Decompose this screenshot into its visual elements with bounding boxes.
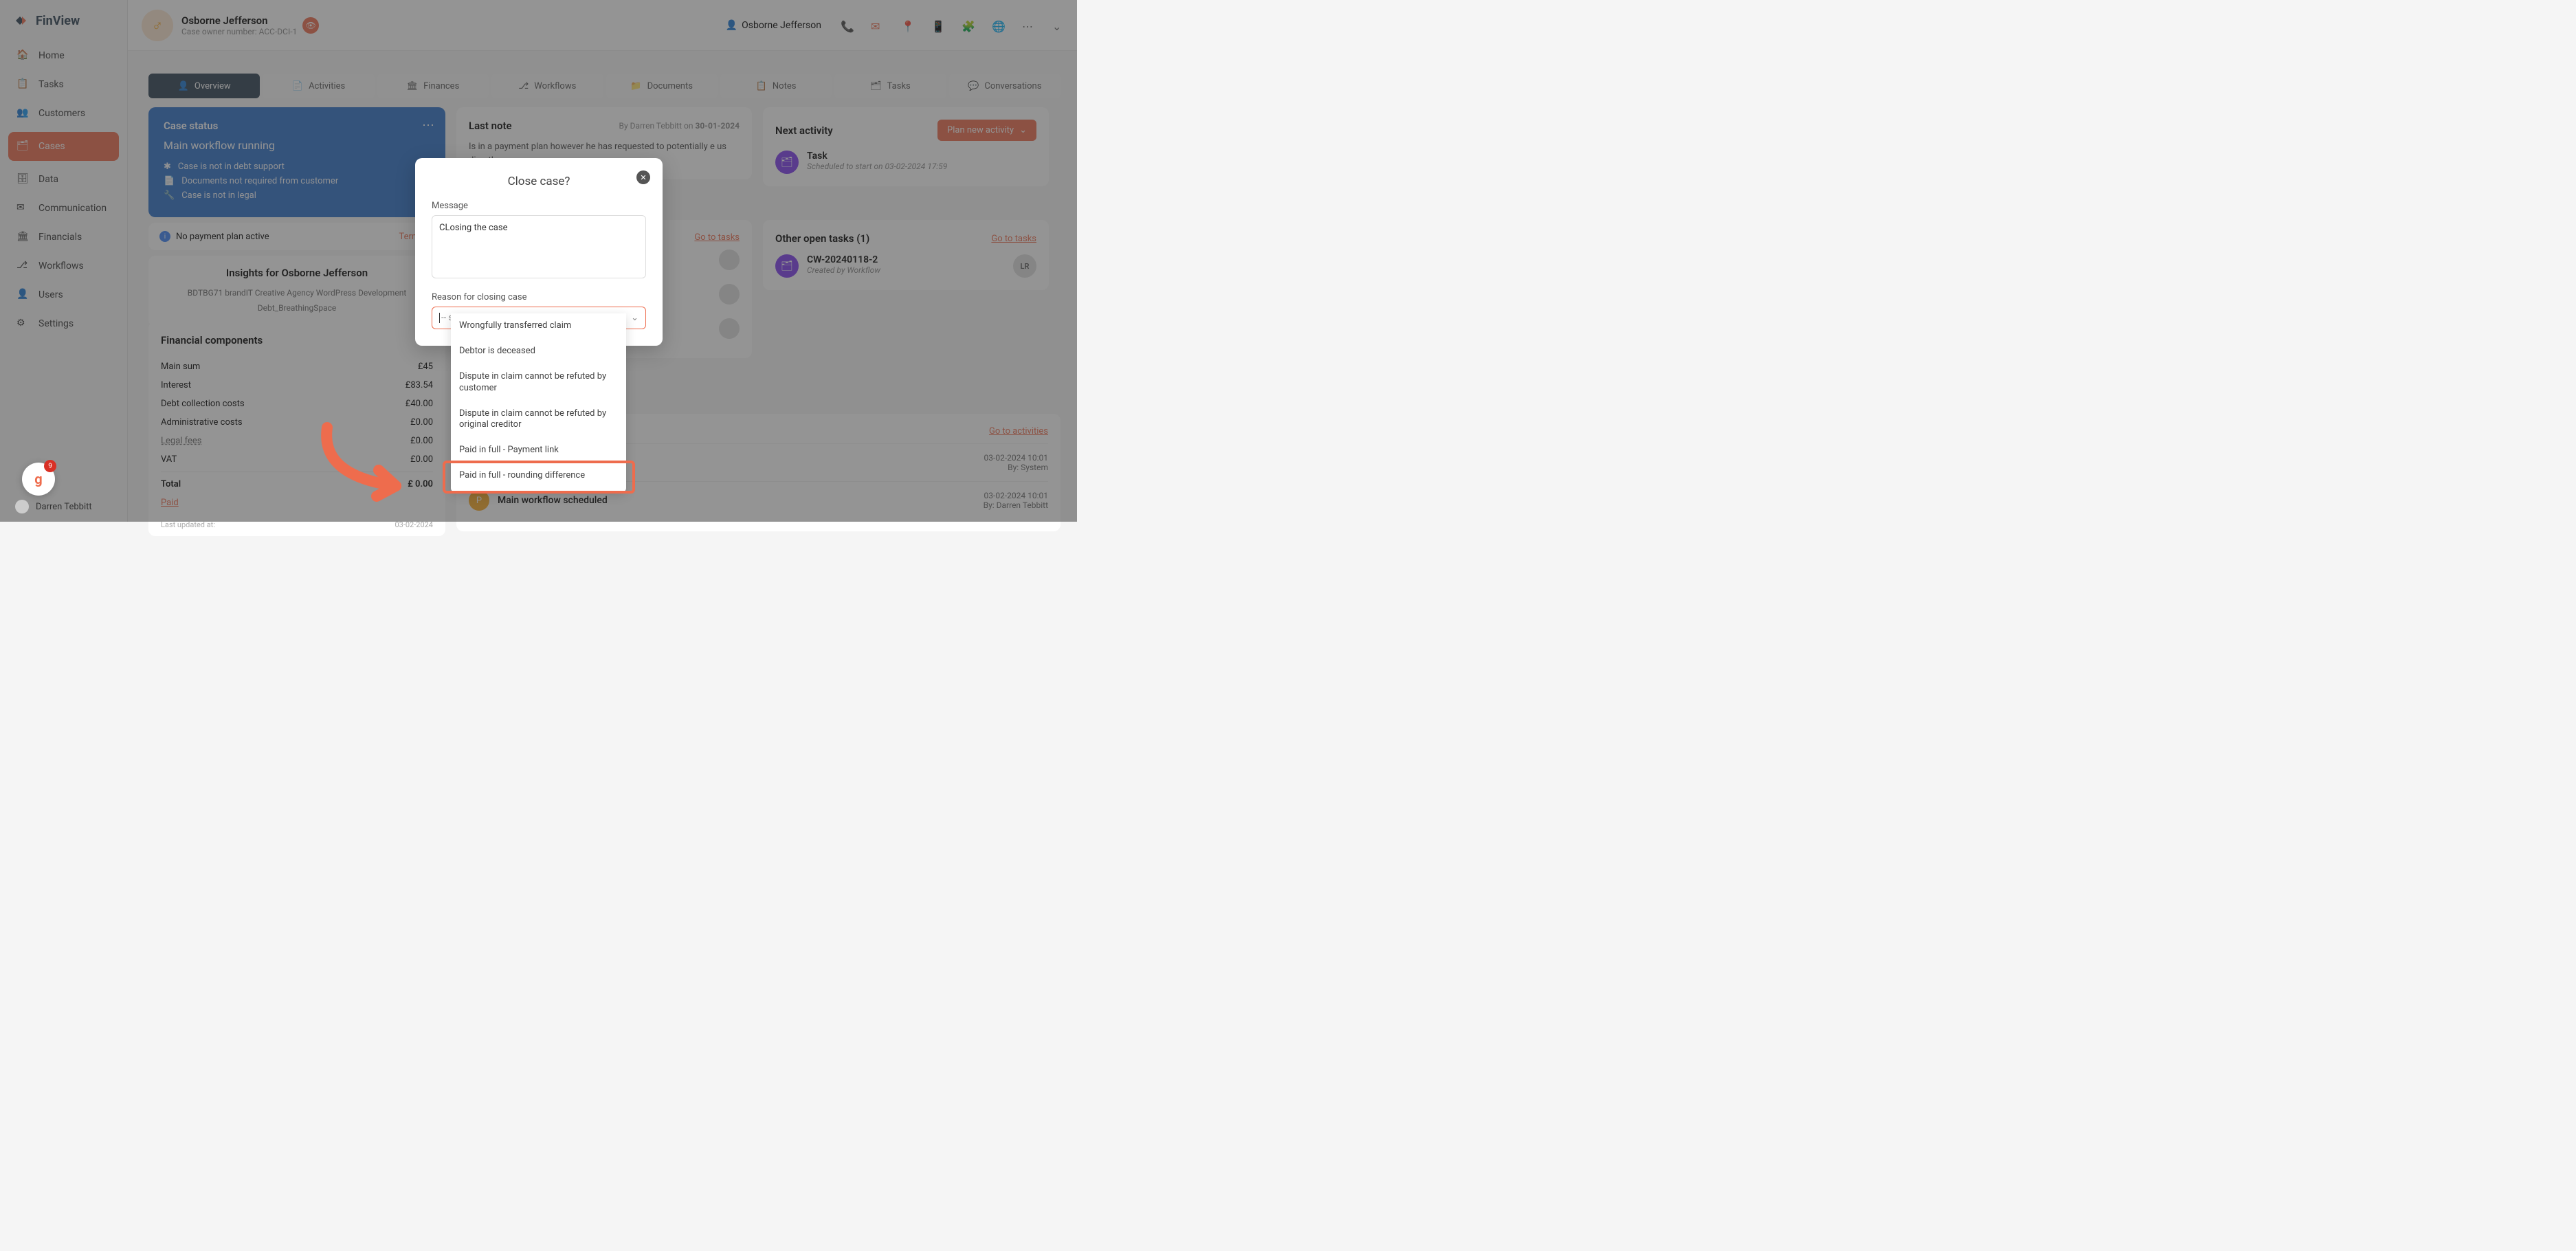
message-textarea[interactable] — [432, 215, 646, 278]
modal-close-button[interactable]: ✕ — [636, 170, 650, 184]
current-user[interactable]: Darren Tebbitt — [15, 500, 92, 513]
user-avatar — [15, 500, 29, 513]
dropdown-option[interactable]: Dispute in claim cannot be refuted by or… — [451, 401, 626, 439]
dropdown-option[interactable]: Paid in full - rounding difference — [451, 463, 626, 489]
reason-label: Reason for closing case — [432, 292, 646, 302]
dropdown-option[interactable]: Paid in full - settlement paid — [451, 489, 626, 492]
reason-dropdown: Wrongfully transferred claim Debtor is d… — [451, 313, 626, 492]
dropdown-option[interactable]: Paid in full - Payment link — [451, 438, 626, 463]
help-badge: 9 — [44, 460, 56, 472]
current-user-name: Darren Tebbitt — [36, 502, 92, 512]
dropdown-option[interactable]: Wrongfully transferred claim — [451, 313, 626, 339]
chevron-down-icon: ⌄ — [631, 313, 639, 323]
modal-title: Close case? — [432, 175, 646, 188]
message-label: Message — [432, 201, 646, 211]
dropdown-option[interactable]: Dispute in claim cannot be refuted by cu… — [451, 364, 626, 401]
dropdown-option[interactable]: Debtor is deceased — [451, 339, 626, 364]
